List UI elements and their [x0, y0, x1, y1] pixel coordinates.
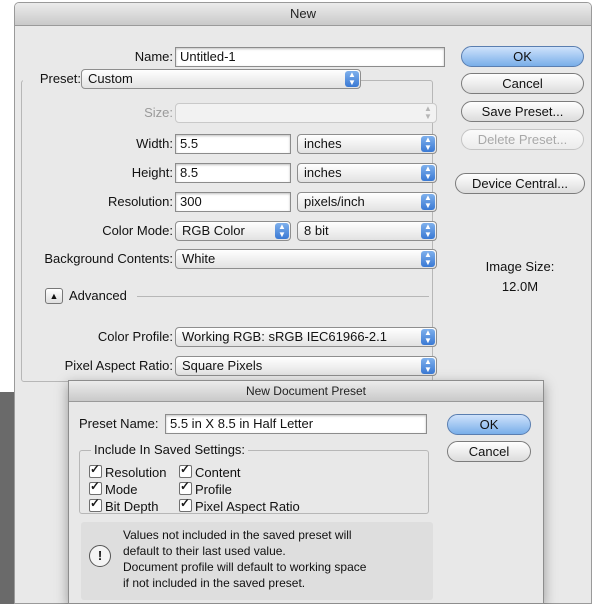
preset-ok-button[interactable]: OK — [447, 414, 531, 435]
checkbox-bit-depth[interactable]: ✓ Bit Depth — [89, 496, 159, 514]
width-unit-popup[interactable]: inches ▲ ▼ — [297, 134, 437, 154]
checkbox-content[interactable]: ✓ Content — [179, 462, 241, 480]
popup-arrows-icon: ▲ ▼ — [421, 329, 435, 345]
name-label: Name: — [134, 49, 173, 64]
ok-button[interactable]: OK — [461, 46, 584, 67]
preset-name-input[interactable]: 5.5 in X 8.5 in Half Letter — [165, 414, 427, 434]
color-mode-label: Color Mode: — [102, 223, 173, 238]
popup-arrows-icon: ▲ ▼ — [424, 104, 432, 121]
checkbox-profile-label: Profile — [195, 482, 232, 497]
note-line: default to their last used value. — [123, 544, 286, 558]
width-label: Width: — [136, 136, 173, 151]
preset-popup[interactable]: Custom ▲ ▼ — [81, 69, 361, 89]
height-input[interactable]: 8.5 — [175, 163, 291, 183]
checkbox-checked-icon: ✓ — [179, 496, 192, 512]
checkbox-resolution-label: Resolution — [105, 465, 167, 480]
bit-depth-value: 8 bit — [304, 223, 329, 238]
width-unit-value: inches — [304, 136, 342, 151]
checkbox-bit-depth-label: Bit Depth — [105, 499, 159, 514]
checkbox-checked-icon: ✓ — [179, 462, 192, 478]
note-line: if not included in the saved preset. — [123, 576, 306, 590]
checkbox-content-label: Content — [195, 465, 241, 480]
popup-arrows-icon: ▲ ▼ — [421, 251, 435, 267]
popup-arrows-icon: ▲ ▼ — [421, 136, 435, 152]
preset-value: Custom — [88, 71, 133, 86]
include-settings-label: Include In Saved Settings: — [91, 440, 249, 460]
new-document-preset-dialog: New Document Preset Preset Name: 5.5 in … — [68, 380, 544, 604]
checkbox-mode[interactable]: ✓ Mode — [89, 479, 138, 497]
name-input[interactable]: Untitled-1 — [175, 47, 445, 67]
color-profile-popup[interactable]: Working RGB: sRGB IEC61966-2.1 ▲ ▼ — [175, 327, 437, 347]
image-size-label: Image Size: — [485, 259, 555, 274]
width-input[interactable]: 5.5 — [175, 134, 291, 154]
checkbox-pixel-aspect-ratio-label: Pixel Aspect Ratio — [195, 499, 300, 514]
alert-icon: ! — [89, 545, 111, 567]
resolution-unit-value: pixels/inch — [304, 194, 365, 209]
dialog-title: New — [15, 3, 591, 26]
popup-arrows-icon: ▲ ▼ — [275, 223, 289, 239]
device-central-button[interactable]: Device Central... — [455, 173, 585, 194]
background-contents-popup[interactable]: White ▲ ▼ — [175, 249, 437, 269]
size-popup[interactable]: ▲ ▼ — [175, 103, 437, 123]
height-label: Height: — [131, 165, 173, 180]
bit-depth-popup[interactable]: 8 bit ▲ ▼ — [297, 221, 437, 241]
color-profile-value: Working RGB: sRGB IEC61966-2.1 — [182, 329, 387, 344]
save-preset-button[interactable]: Save Preset... — [461, 101, 584, 122]
height-unit-value: inches — [304, 165, 342, 180]
advanced-toggle-button[interactable]: ▲ — [45, 288, 63, 304]
checkbox-checked-icon: ✓ — [89, 462, 102, 478]
size-label: Size: — [144, 105, 173, 120]
checkbox-profile[interactable]: ✓ Profile — [179, 479, 232, 497]
checkbox-checked-icon: ✓ — [89, 496, 102, 512]
resolution-label: Resolution: — [107, 194, 173, 209]
preset-cancel-button[interactable]: Cancel — [447, 441, 531, 462]
resolution-unit-popup[interactable]: pixels/inch ▲ ▼ — [297, 192, 437, 212]
popup-arrows-icon: ▲ ▼ — [421, 194, 435, 210]
preset-name-label: Preset Name: — [79, 416, 159, 431]
pixel-aspect-ratio-label: Pixel Aspect Ratio: — [64, 358, 173, 373]
popup-arrows-icon: ▲ ▼ — [421, 358, 435, 374]
checkbox-mode-label: Mode — [105, 482, 138, 497]
pixel-aspect-ratio-popup[interactable]: Square Pixels ▲ ▼ — [175, 356, 437, 376]
delete-preset-button[interactable]: Delete Preset... — [461, 129, 584, 150]
advanced-divider — [137, 296, 429, 297]
background-contents-label: Background Contents: — [44, 251, 173, 266]
image-size-value: 12.0M — [501, 279, 539, 294]
checkbox-pixel-aspect-ratio[interactable]: ✓ Pixel Aspect Ratio — [179, 496, 300, 514]
checkbox-resolution[interactable]: ✓ Resolution — [89, 462, 167, 480]
background-contents-value: White — [182, 251, 216, 266]
height-unit-popup[interactable]: inches ▲ ▼ — [297, 163, 437, 183]
disclosure-up-icon: ▲ — [49, 291, 59, 301]
preset-dialog-title: New Document Preset — [69, 381, 543, 402]
color-mode-value: RGB Color — [182, 223, 245, 238]
checkbox-checked-icon: ✓ — [89, 479, 102, 495]
popup-arrows-icon: ▲ ▼ — [421, 165, 435, 181]
color-mode-popup[interactable]: RGB Color ▲ ▼ — [175, 221, 291, 241]
note-line: Document profile will default to working… — [123, 560, 367, 574]
advanced-label: Advanced — [69, 288, 127, 303]
color-profile-label: Color Profile: — [97, 329, 173, 344]
popup-arrows-icon: ▲ ▼ — [345, 71, 359, 87]
popup-arrows-icon: ▲ ▼ — [421, 223, 435, 239]
checkbox-checked-icon: ✓ — [179, 479, 192, 495]
note-text: Values not included in the saved preset … — [123, 527, 366, 591]
preset-label: Preset: — [23, 69, 81, 89]
pixel-aspect-ratio-value: Square Pixels — [182, 358, 263, 373]
resolution-input[interactable]: 300 — [175, 192, 291, 212]
cancel-button[interactable]: Cancel — [461, 73, 584, 94]
note-line: Values not included in the saved preset … — [123, 528, 352, 542]
